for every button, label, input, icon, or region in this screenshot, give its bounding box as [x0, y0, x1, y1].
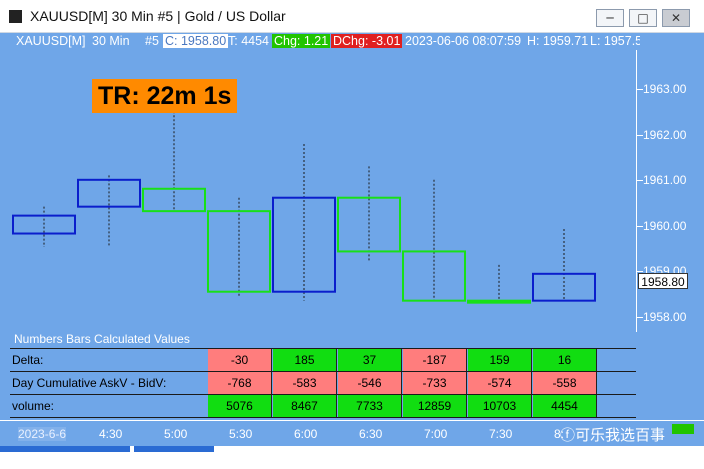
- delta-cell: 159: [468, 349, 532, 371]
- volume-cell: 8467: [273, 395, 337, 417]
- symbol-label: XAUUSD[M]: [16, 34, 86, 48]
- cumulative-cell: -768: [208, 372, 272, 394]
- close-price-box: C: 1958.80: [163, 34, 229, 48]
- delta-cell: 185: [273, 349, 337, 371]
- tab-strip[interactable]: [0, 446, 704, 469]
- cumulative-cell: -574: [468, 372, 532, 394]
- window-title: XAUUSD[M] 30 Min #5 | Gold / US Dollar: [30, 8, 286, 24]
- ticks-label: T: 4454: [228, 34, 270, 48]
- current-price-tag: 1958.80: [638, 273, 688, 289]
- row-label-delta: Delta:: [12, 353, 44, 367]
- candle-body[interactable]: [467, 299, 531, 304]
- delta-cell: -187: [403, 349, 467, 371]
- close-button[interactable]: ✕: [662, 9, 690, 27]
- time-axis-label: 5:00: [164, 427, 188, 441]
- interval-label: 30 Min: [92, 34, 130, 48]
- time-axis-label: 4:30: [99, 427, 123, 441]
- watermark: ⓕ可乐我选百事: [560, 426, 666, 444]
- app-icon: [9, 10, 22, 23]
- maximize-button[interactable]: □: [629, 9, 657, 27]
- time-axis-label: 6:00: [294, 427, 318, 441]
- low-label: L: 1957.5: [590, 34, 640, 48]
- cumulative-cell: -546: [338, 372, 402, 394]
- price-axis-label: 1963.00: [643, 82, 687, 96]
- chart-window: XAUUSD[M] 30 Min #5 | Gold / US Dollar ─…: [0, 0, 704, 469]
- minimize-button[interactable]: ─: [596, 9, 624, 27]
- cumulative-cell: -583: [273, 372, 337, 394]
- cumulative-cell: -733: [403, 372, 467, 394]
- delta-cell: 37: [338, 349, 402, 371]
- day-change-box: DChg: -3.01: [331, 34, 403, 48]
- delta-cell: -30: [208, 349, 272, 371]
- delta-cell: 16: [533, 349, 597, 371]
- values-table: Delta: Day Cumulative AskV - BidV: volum…: [10, 348, 636, 418]
- volume-cell: 7733: [338, 395, 402, 417]
- time-axis-label: 7:00: [424, 427, 448, 441]
- time-remaining-label: TR: 22m 1s: [92, 79, 238, 113]
- volume-cell: 12859: [403, 395, 467, 417]
- tab-indicator[interactable]: [134, 446, 214, 452]
- bar-index-label: #5: [145, 34, 159, 48]
- cumulative-cell: -558: [533, 372, 597, 394]
- volume-cell: 10703: [468, 395, 532, 417]
- price-axis-label: 1958.00: [643, 310, 687, 324]
- price-axis-label: 1960.00: [643, 219, 687, 233]
- row-label-volume: volume:: [12, 399, 55, 413]
- table-title: Numbers Bars Calculated Values: [14, 332, 190, 346]
- volume-cell: 4454: [533, 395, 597, 417]
- price-axis-label: 1961.00: [643, 173, 687, 187]
- title-bar[interactable]: XAUUSD[M] 30 Min #5 | Gold / US Dollar ─…: [0, 0, 704, 33]
- change-box: Chg: 1.21: [272, 34, 331, 48]
- time-axis-label: 7:30: [489, 427, 513, 441]
- tab-indicator[interactable]: [0, 446, 130, 452]
- table-divider: [10, 417, 636, 418]
- price-axis-label: 1962.00: [643, 128, 687, 142]
- status-indicator: [672, 424, 694, 434]
- time-axis-label: 5:30: [229, 427, 253, 441]
- high-label: H: 1959.71: [527, 34, 589, 48]
- status-line: XAUUSD[M] 30 Min #5 C: 1958.80 T: 4454 C…: [0, 33, 640, 50]
- volume-cell: 5076: [208, 395, 272, 417]
- datetime-label: 2023-06-06 08:07:59: [405, 34, 522, 48]
- row-label-cumulative: Day Cumulative AskV - BidV:: [12, 376, 167, 390]
- time-axis-label: 6:30: [359, 427, 383, 441]
- time-axis-label: 2023-6-6: [18, 427, 67, 441]
